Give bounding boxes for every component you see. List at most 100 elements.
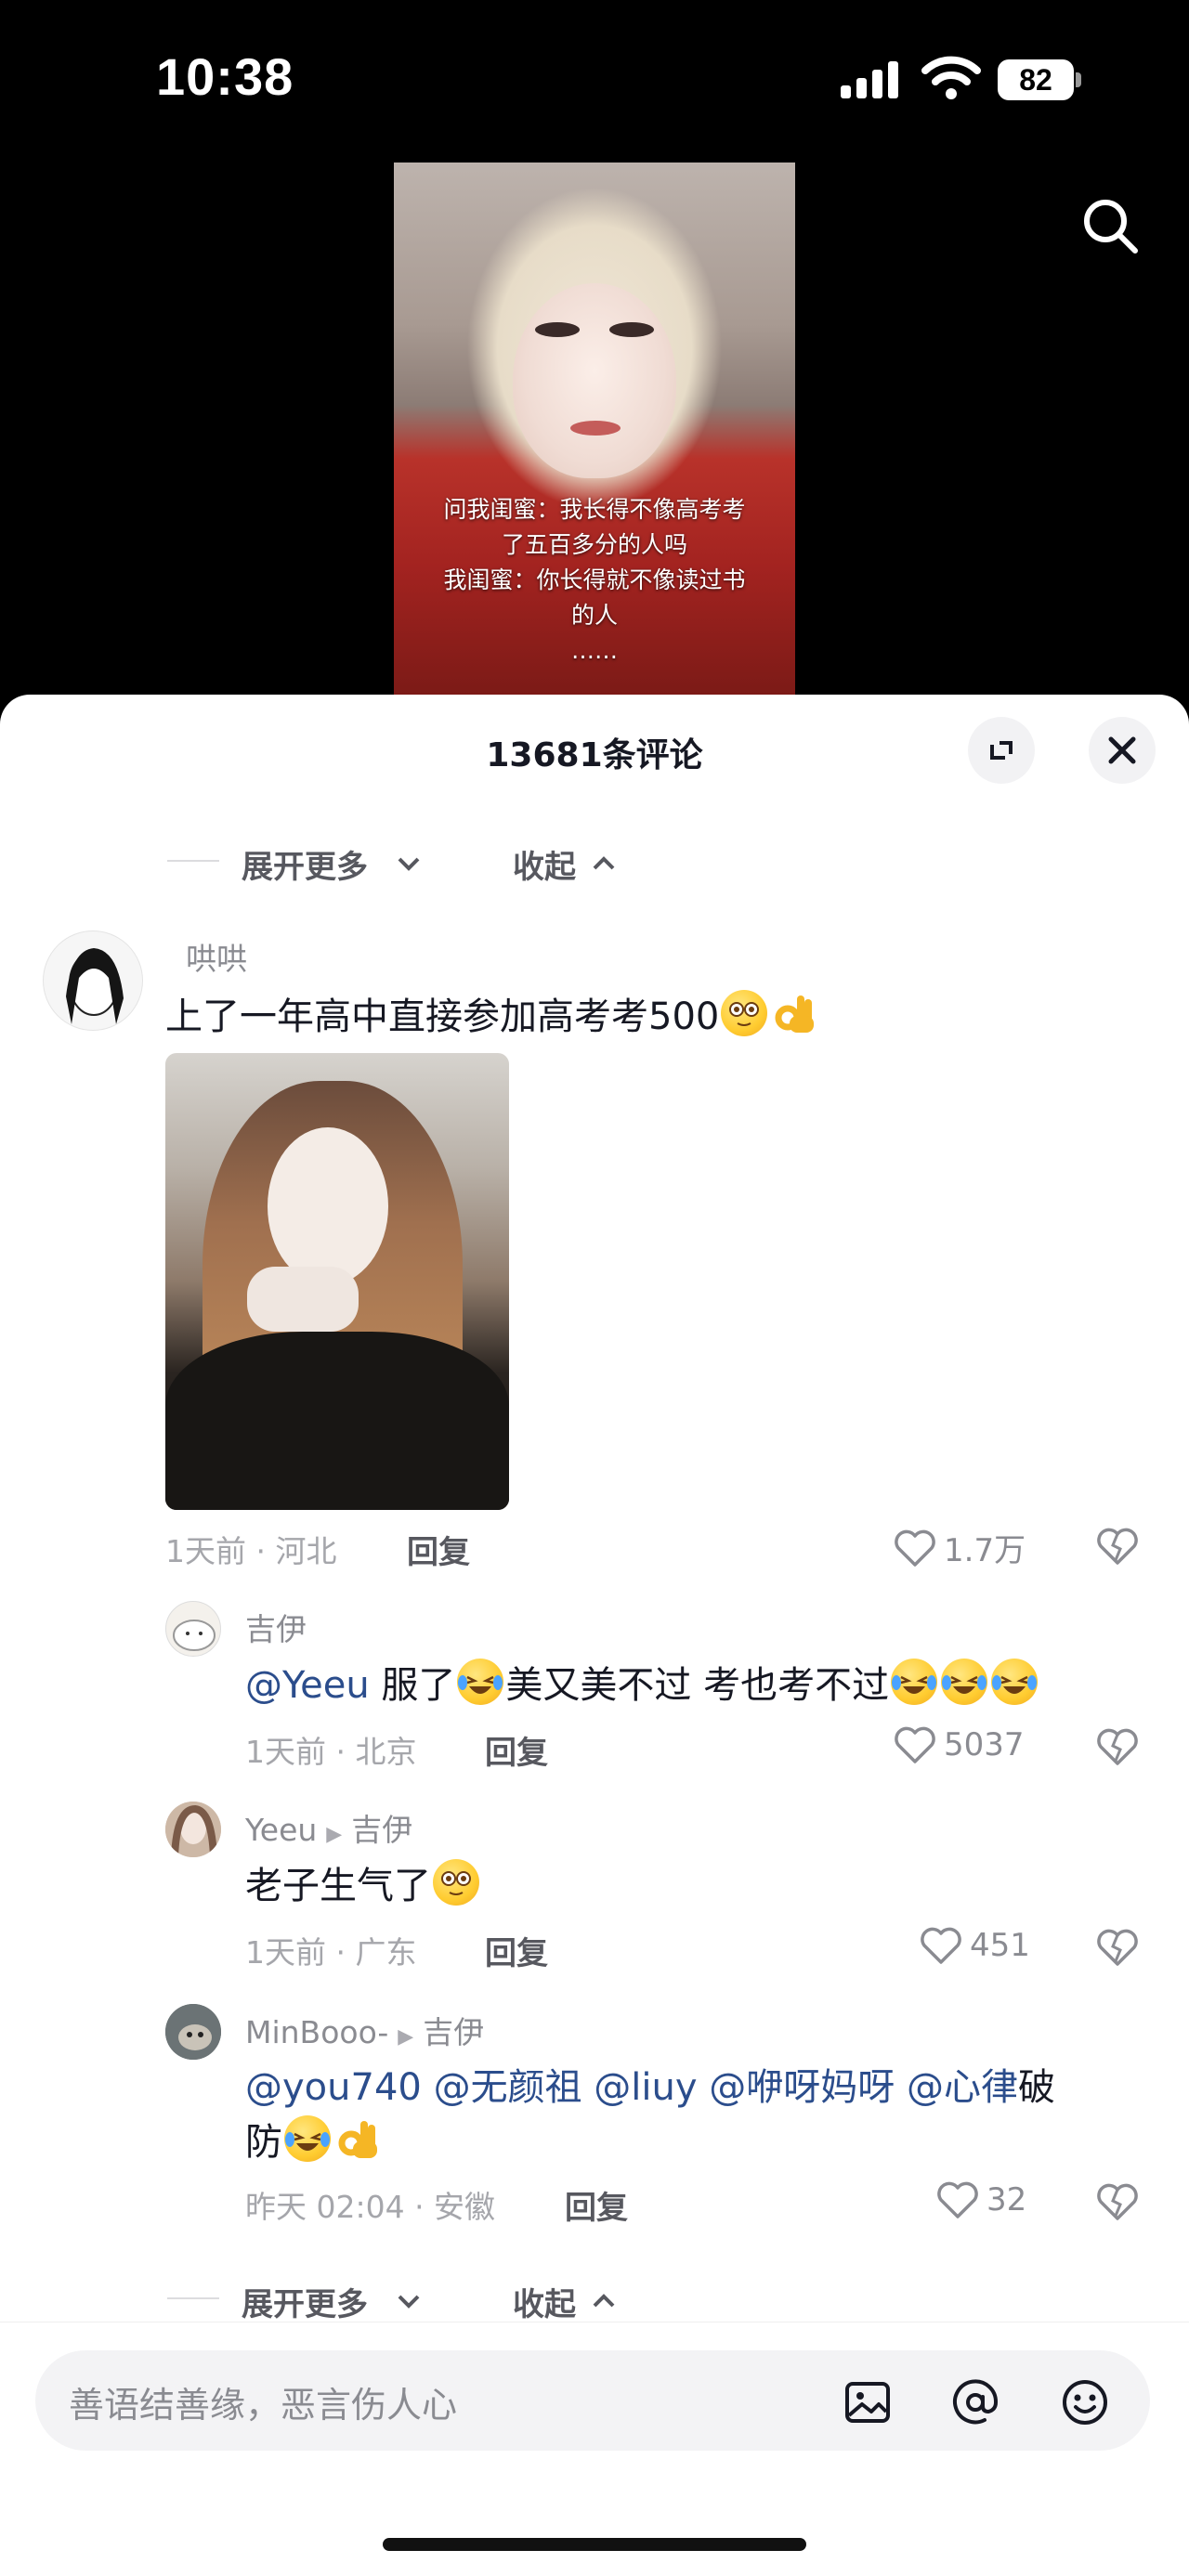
like-button[interactable]: 1.7万: [894, 1525, 1026, 1570]
like-count: 451: [970, 1927, 1030, 1964]
reply-username[interactable]: 吉伊: [245, 1605, 307, 1649]
mention-link[interactable]: @Yeeu: [245, 1664, 370, 1707]
caption-line: 的人: [570, 602, 618, 629]
comment-input[interactable]: 善语结善缘，恶言伤人心: [35, 2350, 1150, 2451]
reply-to-username[interactable]: 吉伊: [351, 1812, 412, 1848]
comment-image[interactable]: [165, 1053, 509, 1510]
like-count: 1.7万: [944, 1532, 1026, 1569]
chevron-down-icon: [398, 2295, 420, 2309]
video-caption: 问我闺蜜：我长得不像高考考 了五百多分的人吗 我闺蜜：你长得就不像读过书 的人 …: [412, 492, 777, 669]
comment-input-area: 善语结善缘，恶言伤人心: [0, 2322, 1189, 2576]
reply-text: @Yeeu 服了 美又美不过 考也考不过: [245, 1659, 1039, 1711]
chevron-down-icon: [398, 857, 420, 871]
ok-hand-emoji-icon: [334, 2115, 381, 2162]
heart-icon: [937, 2181, 978, 2218]
laughing-tears-emoji-icon: [284, 2115, 331, 2162]
heart-icon: [895, 1529, 935, 1567]
reply-body: 老子生气了: [245, 1865, 431, 1907]
expand-icon: [990, 741, 1013, 760]
expand-collapse-row: 展开更多 收起: [0, 2271, 1189, 2327]
laughing-tears-emoji-icon: [891, 1659, 938, 1705]
comment-input-placeholder: 善语结善缘，恶言伤人心: [69, 2385, 458, 2426]
heart-icon: [895, 1726, 935, 1763]
broken-heart-icon[interactable]: [1096, 2182, 1139, 2221]
avatar[interactable]: [165, 1802, 221, 1857]
like-count: 5037: [944, 1726, 1025, 1763]
comment-sheet-header: 13681条评论: [0, 695, 1189, 806]
caption-line: ……: [571, 637, 618, 664]
mention-link[interactable]: @无颜祖: [434, 2066, 582, 2109]
collapse-button[interactable]: 收起: [513, 2279, 576, 2324]
reply-button[interactable]: 回复: [485, 1727, 548, 1773]
broken-heart-icon[interactable]: [1096, 1928, 1139, 1967]
caption-line: 我闺蜜：你长得就不像读过书: [443, 566, 746, 593]
close-button[interactable]: [1089, 717, 1156, 784]
mention-link[interactable]: @you740: [245, 2066, 422, 2109]
comment-text: 上了一年高中直接参加高考考500: [165, 990, 819, 1043]
flushed-emoji-icon: [721, 990, 768, 1036]
chevron-up-icon: [593, 856, 615, 870]
ok-hand-emoji-icon: [771, 990, 817, 1036]
reply-username-line: MinBooo- ▶ 吉伊: [245, 2008, 484, 2052]
heart-icon: [921, 1927, 961, 1964]
reply-body: 美又美不过 考也考不过: [505, 1664, 890, 1707]
comment-body: 上了一年高中直接参加高考考500: [165, 995, 720, 1038]
reply-meta: 昨天 02:04 · 安徽: [245, 2189, 496, 2225]
avatar[interactable]: [165, 2004, 221, 2060]
expand-collapse-row: 展开更多 收起: [0, 834, 1189, 890]
flushed-emoji-icon: [433, 1859, 479, 1906]
reply-meta: 1天前 · 北京: [245, 1734, 417, 1770]
reply-username[interactable]: MinBooo-: [245, 2014, 388, 2050]
wifi-icon: [921, 56, 981, 99]
reply-username[interactable]: Yeeu: [245, 1812, 317, 1848]
status-time: 10:38: [156, 47, 294, 106]
emoji-icon[interactable]: [1059, 2376, 1111, 2428]
reply-button[interactable]: 回复: [485, 1928, 548, 1973]
mention-link[interactable]: @liuy: [594, 2066, 697, 2109]
mention-link[interactable]: @咿呀妈呀: [709, 2066, 895, 2109]
like-count: 32: [986, 2181, 1027, 2218]
reply-text: 老子生气了: [245, 1859, 481, 1912]
reply-arrow-icon: ▶: [326, 1823, 343, 1846]
reply-text: @you740 @无颜祖 @liuy @咿呀妈呀 @心律破: [245, 2062, 1055, 2114]
reply-to-username[interactable]: 吉伊: [423, 2014, 484, 2050]
cellular-signal-icon: [841, 61, 900, 98]
comment-username[interactable]: 哄哄: [186, 934, 247, 979]
like-button[interactable]: 451: [920, 1926, 1030, 1965]
broken-heart-icon[interactable]: [1096, 1527, 1139, 1566]
comment-sheet: 13681条评论 展开更多 收起 哄哄 上了一年高中直接参加高考考500 1天前…: [0, 695, 1189, 2576]
reply-button[interactable]: 回复: [565, 2182, 628, 2228]
comment-meta: 1天前 · 河北: [165, 1533, 337, 1569]
search-icon[interactable]: [1078, 193, 1144, 260]
collapse-button[interactable]: 收起: [513, 841, 576, 887]
battery-level: 82: [998, 59, 1074, 100]
expand-more-button[interactable]: 展开更多: [242, 841, 368, 887]
home-indicator[interactable]: [383, 2538, 806, 2551]
like-button[interactable]: 32: [936, 2180, 1026, 2219]
reply-button[interactable]: 回复: [407, 1527, 470, 1572]
reply-body: 服了: [369, 1664, 456, 1707]
caption-line: 了五百多分的人吗: [501, 531, 687, 558]
reply-username-line: Yeeu ▶ 吉伊: [245, 1805, 412, 1850]
status-bar: 10:38 82: [0, 0, 1189, 149]
avatar[interactable]: [43, 930, 143, 1031]
like-button[interactable]: 5037: [894, 1725, 1025, 1764]
expand-button[interactable]: [968, 717, 1035, 784]
reply-arrow-icon: ▶: [398, 2025, 414, 2049]
caption-line: 问我闺蜜：我长得不像高考考: [443, 496, 746, 523]
mention-at-icon[interactable]: [949, 2376, 1001, 2428]
mention-link[interactable]: @心律: [907, 2066, 1018, 2109]
avatar[interactable]: [165, 1601, 221, 1657]
chevron-up-icon: [593, 2294, 615, 2308]
image-icon[interactable]: [842, 2376, 894, 2428]
battery-icon: 82: [998, 59, 1081, 100]
close-icon: [1108, 736, 1136, 764]
laughing-tears-emoji-icon: [991, 1659, 1039, 1705]
reply-meta: 1天前 · 广东: [245, 1934, 417, 1971]
reply-body: 破: [1017, 2066, 1055, 2109]
laughing-tears-emoji-icon: [941, 1659, 988, 1705]
laughing-tears-emoji-icon: [457, 1659, 504, 1705]
video-player[interactable]: 问我闺蜜：我长得不像高考考 了五百多分的人吗 我闺蜜：你长得就不像读过书 的人 …: [394, 163, 795, 701]
broken-heart-icon[interactable]: [1096, 1727, 1139, 1766]
expand-more-button[interactable]: 展开更多: [242, 2279, 368, 2324]
